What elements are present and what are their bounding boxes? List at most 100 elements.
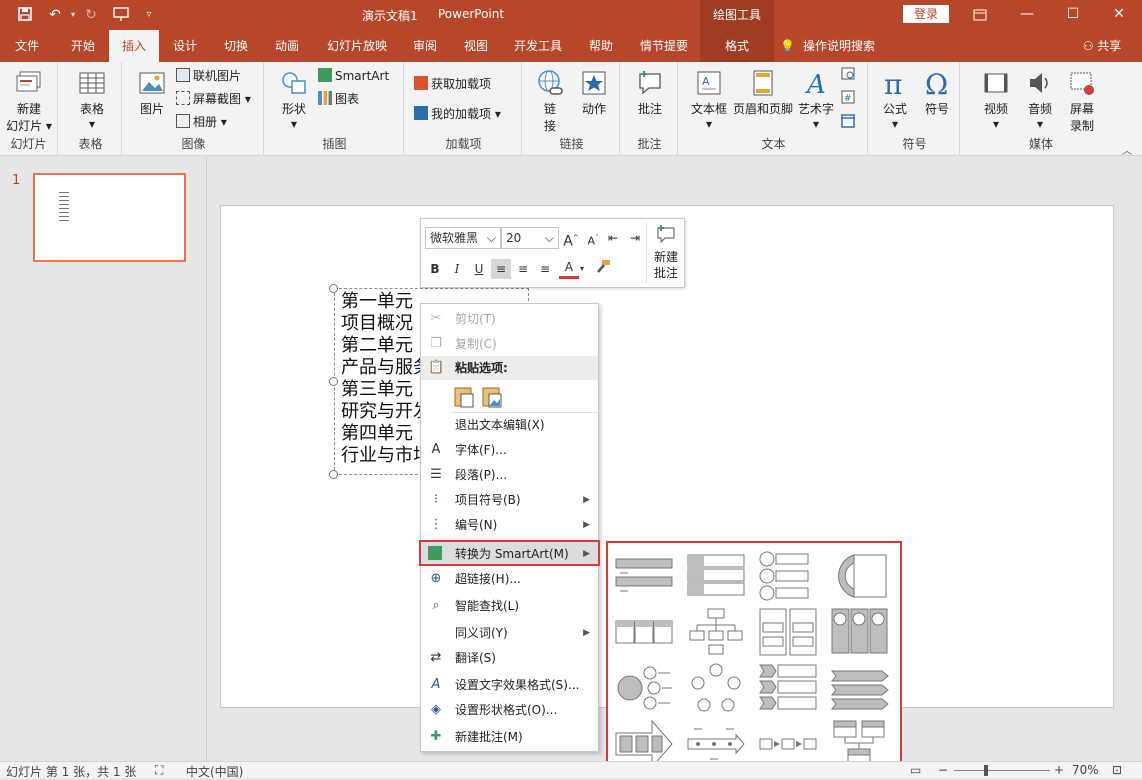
fit-slide-icon[interactable]: ⊡: [1112, 763, 1122, 777]
paste-keep-formatting-icon[interactable]: [453, 384, 475, 408]
menu-item-text-effects[interactable]: A 设置文字效果格式(S)...: [421, 673, 598, 697]
shrink-font-icon[interactable]: Aˇ: [583, 228, 603, 248]
resize-handle-bl[interactable]: [329, 470, 338, 479]
smartart-layout-cycle[interactable]: [686, 663, 746, 713]
my-addins-button[interactable]: 我的加载项 ▾: [414, 104, 501, 124]
zoom-slider-thumb[interactable]: [984, 765, 988, 776]
menu-item-copy[interactable]: ❐ 复制(C): [421, 332, 598, 356]
picture-button[interactable]: 图片: [132, 68, 172, 117]
slide-thumbnail[interactable]: [33, 173, 186, 262]
reading-view-icon[interactable]: ▭: [910, 763, 921, 777]
bold-icon[interactable]: B: [425, 259, 445, 279]
accessibility-icon[interactable]: ⛶: [155, 763, 163, 778]
align-left-icon[interactable]: ≡: [491, 259, 511, 279]
symbol-button[interactable]: Ω 符号: [918, 68, 956, 117]
font-size-select[interactable]: 20 ⌵: [501, 227, 559, 249]
audio-button[interactable]: 音频 ▾: [1020, 68, 1060, 131]
tab-animations[interactable]: 动画: [262, 30, 312, 62]
menu-item-shape-format[interactable]: ◈ 设置形状格式(O)...: [421, 698, 598, 722]
tab-design[interactable]: 设计: [160, 30, 210, 62]
smartart-layout-picture-list[interactable]: [830, 607, 890, 657]
present-icon[interactable]: [112, 6, 130, 24]
tab-home[interactable]: 开始: [58, 30, 108, 62]
tab-developer[interactable]: 开发工具: [506, 30, 570, 62]
format-painter-icon[interactable]: [593, 259, 613, 279]
undo-dropdown-icon[interactable]: ▾: [64, 6, 82, 24]
screen-recording-button[interactable]: 屏幕 录制: [1062, 68, 1102, 134]
menu-item-exit-edit[interactable]: 退出文本编辑(X): [421, 413, 598, 437]
resize-handle-ml[interactable]: [329, 377, 338, 386]
equation-button[interactable]: π 公式 ▾: [876, 68, 914, 131]
smartart-layout-vertical-box-list[interactable]: [686, 551, 746, 601]
tab-transitions[interactable]: 切换: [211, 30, 261, 62]
zoom-slider[interactable]: [954, 770, 1050, 771]
tab-format[interactable]: 格式: [700, 30, 774, 62]
date-time-icon[interactable]: [838, 66, 858, 86]
ribbon-display-icon[interactable]: [957, 0, 1003, 30]
smartart-layout-horizontal-box-list[interactable]: [614, 607, 674, 657]
zoom-level[interactable]: 70%: [1072, 763, 1099, 777]
table-button[interactable]: 表格 ▾: [70, 68, 114, 131]
object-icon[interactable]: [838, 114, 858, 134]
online-pictures-button[interactable]: 联机图片: [176, 66, 241, 86]
increase-indent-icon[interactable]: ⇥: [625, 228, 645, 248]
action-button[interactable]: 动作: [574, 68, 614, 117]
tell-me-search[interactable]: 💡 操作说明搜索: [780, 30, 892, 62]
grow-font-icon[interactable]: A^: [561, 228, 581, 250]
align-center-icon[interactable]: ≡: [513, 259, 533, 279]
menu-item-numbering[interactable]: ⋮ 编号(N) ▶: [421, 513, 598, 537]
smartart-button[interactable]: SmartArt: [318, 66, 389, 86]
collapse-ribbon-icon[interactable]: ︿: [1122, 142, 1132, 157]
share-button[interactable]: ⚇ 共享: [1072, 30, 1132, 62]
menu-item-smart-lookup[interactable]: ⌕ 智能查找(L): [421, 594, 598, 618]
smartart-layout-arrow-list[interactable]: [830, 663, 890, 713]
menu-item-hyperlink[interactable]: ⊕ 超链接(H)...: [421, 567, 598, 591]
smartart-layout-radial-list[interactable]: [614, 663, 674, 713]
menu-item-bullets[interactable]: ⁝ 项目符号(B) ▶: [421, 488, 598, 512]
redo-icon[interactable]: ↻: [82, 6, 100, 24]
menu-item-paragraph[interactable]: ☰ 段落(P)...: [421, 463, 598, 487]
maximize-icon[interactable]: ☐: [1050, 0, 1096, 30]
header-footer-button[interactable]: 页眉和页脚: [732, 68, 794, 117]
screenshot-button[interactable]: 屏幕截图 ▾: [176, 89, 251, 109]
smartart-layout-vertical-chevron-list[interactable]: [758, 663, 818, 713]
tab-view[interactable]: 视图: [451, 30, 501, 62]
menu-item-synonyms[interactable]: 同义词(Y) ▶: [421, 621, 598, 645]
font-name-select[interactable]: 微软雅黑 ⌵: [425, 227, 501, 249]
tab-file[interactable]: 文件: [0, 30, 54, 62]
undo-icon[interactable]: ↶: [46, 6, 64, 24]
font-color-dropdown-icon[interactable]: ▾: [577, 259, 587, 279]
menu-item-cut[interactable]: ✂ 剪切(T): [421, 307, 598, 331]
customize-qat-icon[interactable]: ▿: [140, 6, 158, 24]
smartart-layout-grouped-list[interactable]: [758, 607, 818, 657]
get-addins-button[interactable]: 获取加载项: [414, 74, 491, 94]
textbox-button[interactable]: A 文本框 ▾: [688, 68, 730, 131]
link-button[interactable]: 链 接: [530, 68, 570, 134]
language-indicator[interactable]: 中文(中国): [186, 763, 243, 780]
paste-as-picture-icon[interactable]: [481, 384, 503, 408]
underline-icon[interactable]: U: [469, 259, 489, 279]
close-icon[interactable]: ✕: [1096, 0, 1142, 30]
save-icon[interactable]: [16, 6, 34, 24]
menu-item-convert-smartart[interactable]: 转换为 SmartArt(M) ▶: [419, 540, 600, 566]
align-right-icon[interactable]: ≡: [535, 259, 555, 279]
tab-review[interactable]: 审阅: [400, 30, 450, 62]
resize-handle-tl[interactable]: [329, 284, 338, 293]
smartart-layout-vertical-circle-list[interactable]: [758, 551, 818, 601]
album-button[interactable]: 相册 ▾: [176, 112, 227, 132]
menu-item-new-comment[interactable]: ✚ 新建批注(M): [421, 725, 598, 749]
video-button[interactable]: 视频 ▾: [976, 68, 1016, 131]
tab-slideshow[interactable]: 幻灯片放映: [318, 30, 396, 62]
zoom-in-icon[interactable]: +: [1054, 763, 1064, 777]
menu-item-translate[interactable]: ⇄ 翻译(S): [421, 646, 598, 670]
new-slide-button[interactable]: 新建 幻灯片 ▾: [6, 68, 52, 134]
wordart-button[interactable]: A 艺术字 ▾: [796, 68, 836, 131]
tab-storyboard[interactable]: 情节提要: [632, 30, 696, 62]
shapes-button[interactable]: 形状 ▾: [274, 68, 314, 131]
italic-icon[interactable]: I: [447, 259, 467, 279]
font-color-icon[interactable]: A: [559, 259, 579, 279]
smartart-layout-vertical-bullet-list[interactable]: [614, 551, 674, 601]
tab-insert[interactable]: 插入: [109, 30, 159, 62]
login-button[interactable]: 登录: [903, 5, 949, 23]
menu-item-font[interactable]: A 字体(F)...: [421, 438, 598, 462]
